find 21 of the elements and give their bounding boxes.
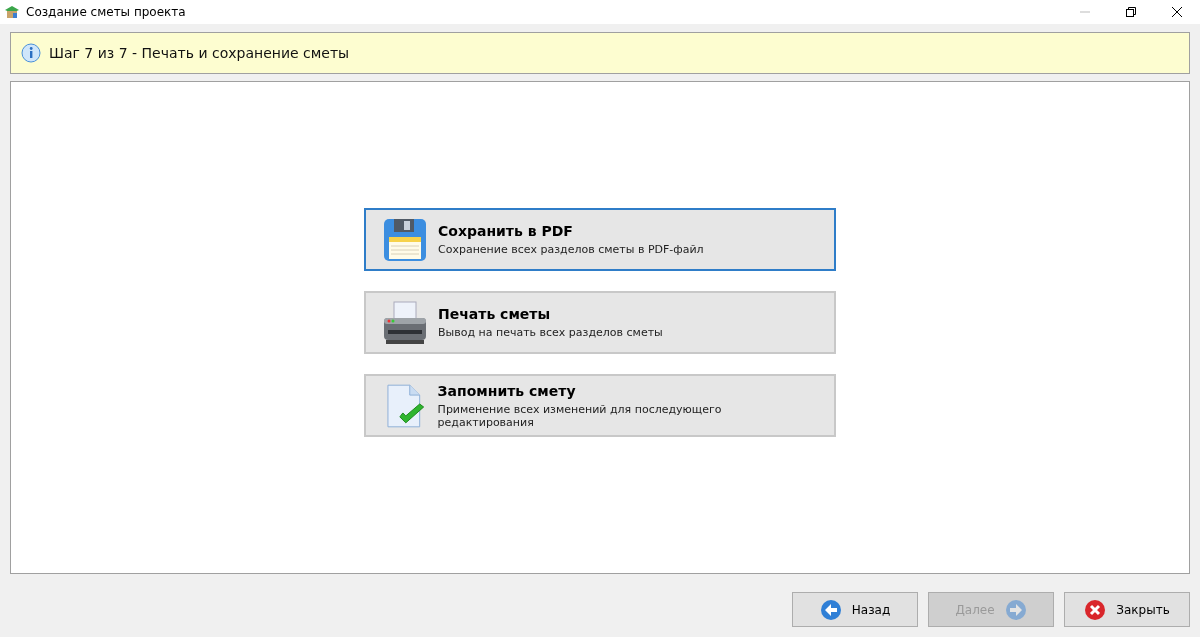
info-icon xyxy=(21,43,41,63)
close-icon xyxy=(1084,598,1107,621)
option-title: Запомнить смету xyxy=(437,382,577,399)
button-label: Закрыть xyxy=(1116,602,1170,617)
option-description: Вывод на печать всех разделов сметы xyxy=(438,326,663,339)
button-label: Назад xyxy=(851,602,891,617)
back-button[interactable]: Назад xyxy=(792,592,918,627)
restore-icon[interactable] xyxy=(1126,7,1136,17)
option-button[interactable]: Сохранить в PDF Сохранение всех разделов сметы в PDF-файл xyxy=(364,208,836,271)
option-button[interactable]: Запомнить смету Применение всех изменений для последующего редактирования xyxy=(364,374,836,437)
option-button[interactable]: Печать сметы Вывод на печать всех разделов сметы xyxy=(364,291,836,354)
option-title: Печать сметы xyxy=(438,306,552,322)
printer-icon xyxy=(382,299,428,346)
window-title: Создание сметы проекта xyxy=(26,5,186,19)
option-description: Применение всех изменений для последующего редактирования xyxy=(437,402,723,429)
close-button[interactable]: Закрыть xyxy=(1064,592,1190,627)
option-description: Сохранение всех разделов сметы в PDF-файл xyxy=(438,243,704,256)
app-logo-icon xyxy=(4,5,20,19)
step-banner-text: Шаг 7 из 7 - Печать и сохранение сметы xyxy=(49,45,350,61)
option-title: Сохранить в PDF xyxy=(438,223,574,239)
close-window-icon[interactable] xyxy=(1172,7,1182,17)
